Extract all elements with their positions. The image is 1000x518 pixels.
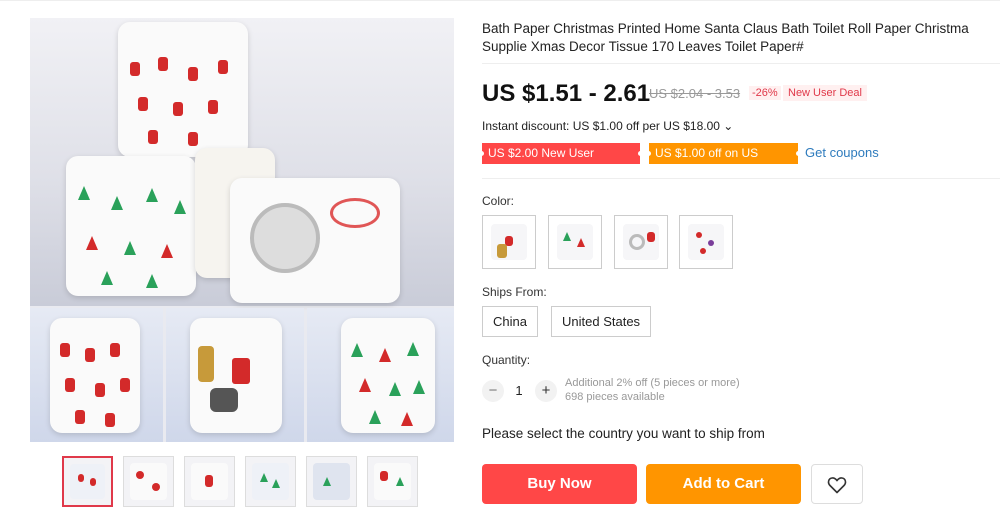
buy-now-button[interactable]: Buy Now	[482, 464, 637, 504]
gallery-image[interactable]	[166, 308, 304, 442]
coupon-store[interactable]: US $1.00 off on US $15.00	[646, 143, 801, 181]
add-to-cart-button[interactable]: Add to Cart	[646, 464, 801, 504]
original-price: US $2.04 - 3.53	[649, 86, 741, 101]
bulk-discount-note: Additional 2% off (5 pieces or more)	[565, 377, 740, 389]
quantity-minus-button[interactable]: −	[482, 380, 504, 402]
thumbnail-3[interactable]	[184, 456, 235, 507]
color-label: Color:	[482, 194, 515, 208]
color-swatch-3[interactable]	[614, 215, 668, 269]
gallery-image[interactable]	[307, 308, 454, 442]
quantity-label: Quantity:	[482, 353, 531, 367]
top-divider	[0, 0, 1000, 1]
coupon-new-user[interactable]: US $2.00 New User Coupon	[479, 143, 643, 181]
instant-discount[interactable]: Instant discount: US $1.00 off per US $1…	[482, 119, 733, 133]
main-product-image[interactable]	[30, 18, 454, 306]
product-title: Bath Paper Christmas Printed Home Santa …	[482, 21, 969, 54]
wishlist-button[interactable]	[811, 464, 863, 504]
divider	[482, 178, 1000, 179]
thumbnail-strip	[62, 456, 422, 508]
ship-option-united-states[interactable]: United States	[551, 306, 652, 337]
ship-option-china[interactable]: China	[482, 306, 538, 337]
color-swatch-4[interactable]	[679, 215, 733, 269]
roll-image	[118, 22, 248, 157]
thumbnail-6[interactable]	[367, 456, 418, 507]
thumbnail-1[interactable]	[62, 456, 113, 507]
get-coupons-link[interactable]: Get coupons	[805, 145, 879, 160]
roll-image	[230, 178, 400, 303]
quantity-value[interactable]: 1	[512, 383, 526, 398]
color-swatch-1[interactable]	[482, 215, 536, 269]
product-gallery	[30, 18, 454, 442]
price-range: US $1.51 - 2.61	[482, 80, 651, 107]
stock-available-note: 698 pieces available	[565, 391, 665, 403]
heart-icon	[827, 477, 847, 494]
thumbnail-2[interactable]	[123, 456, 174, 507]
color-swatch-2[interactable]	[548, 215, 602, 269]
divider	[482, 63, 1000, 64]
ship-country-message: Please select the country you want to sh…	[482, 426, 765, 441]
thumbnail-4[interactable]	[245, 456, 296, 507]
discount-badge: -26%	[749, 86, 781, 100]
thumbnail-5[interactable]	[306, 456, 357, 507]
new-user-deal-badge: New User Deal	[783, 85, 867, 101]
gallery-image[interactable]	[30, 308, 163, 442]
ships-from-label: Ships From:	[482, 285, 547, 299]
quantity-plus-button[interactable]: +	[535, 380, 557, 402]
roll-image	[66, 156, 196, 296]
